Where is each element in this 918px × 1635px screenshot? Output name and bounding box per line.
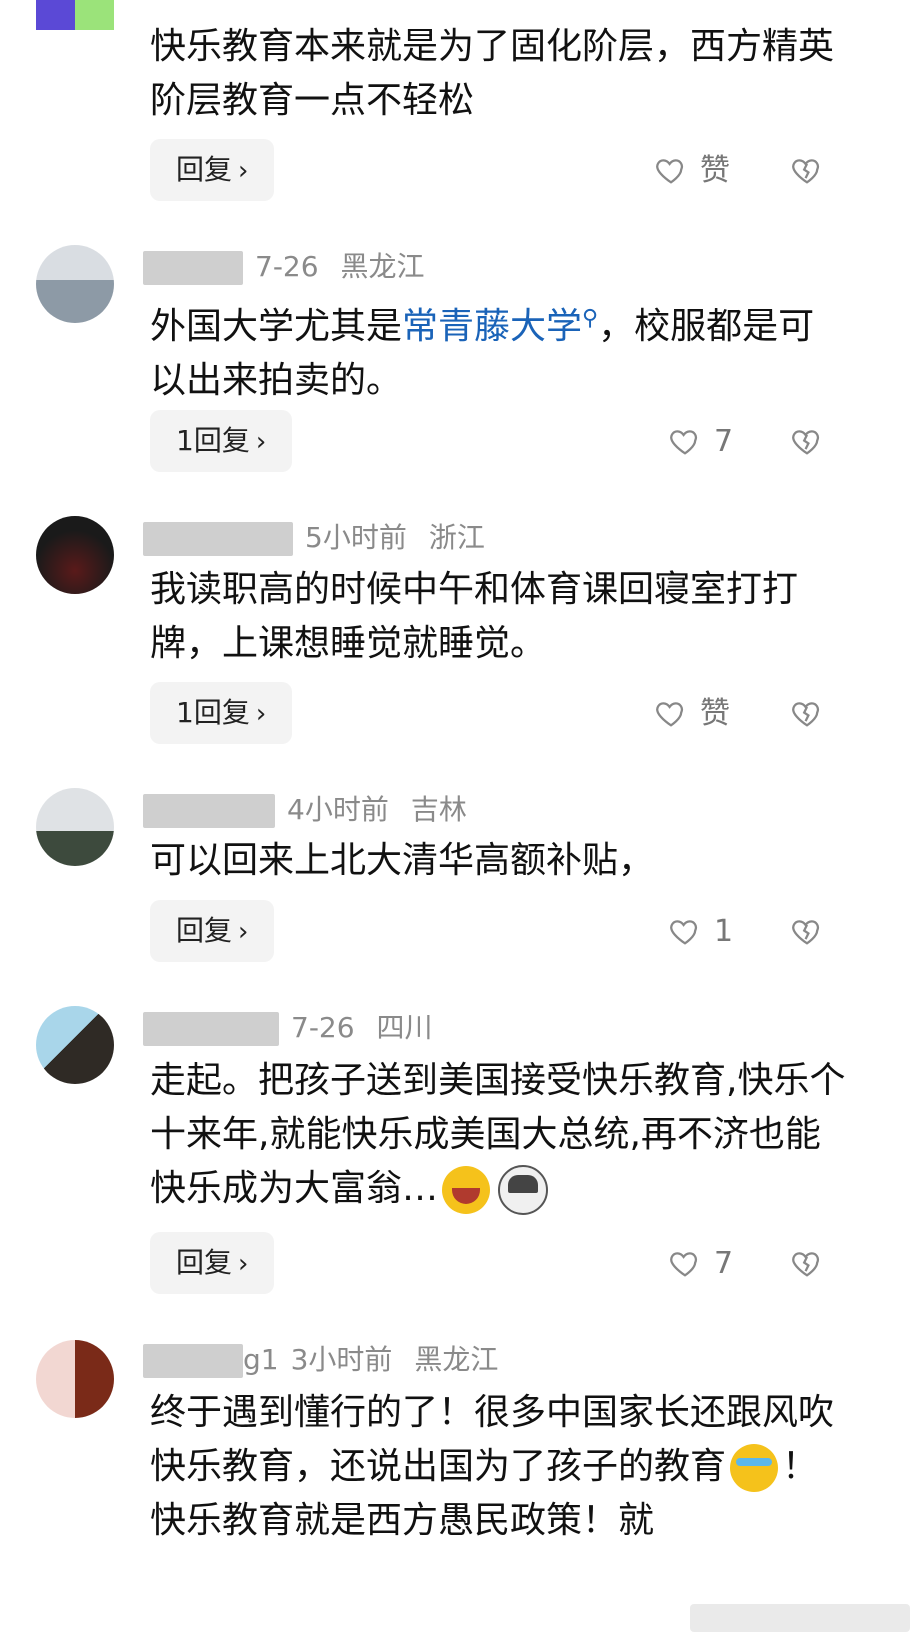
- like-count: 赞: [700, 695, 730, 731]
- avatar[interactable]: [36, 0, 114, 30]
- broken-heart-icon: [792, 701, 820, 727]
- avatar[interactable]: [36, 245, 114, 323]
- reply-label: 回复: [176, 914, 233, 947]
- comment-meta: 4小时前 吉林: [143, 788, 467, 832]
- heart-outline-icon: [656, 158, 684, 184]
- comment-text: 可以回来上北大清华高额补贴，: [150, 840, 655, 881]
- reply-button[interactable]: 回复 ›: [150, 900, 275, 962]
- comment-text: 快乐教育本来就是为了固化阶层，西方精英阶层教育一点不轻松: [150, 26, 835, 121]
- broken-heart-icon: [792, 158, 820, 184]
- laughing-face-emoji-icon: [442, 1166, 491, 1214]
- username-blurred[interactable]: [143, 1012, 279, 1046]
- avatar[interactable]: [36, 516, 114, 594]
- like-count: 赞: [700, 152, 730, 188]
- like-count: 7: [714, 1245, 734, 1281]
- comment-location: 四川: [376, 1011, 433, 1044]
- comment-text: 外国大学尤其是常青藤大学⚲，校服都是可以出来拍卖的。: [150, 292, 850, 408]
- like-count: 7: [714, 423, 734, 459]
- comment-meta: g1 3小时前 黑龙江: [143, 1338, 498, 1382]
- comment-meta: 7-26 黑龙江: [143, 245, 425, 289]
- chevron-right-icon: ›: [255, 427, 267, 457]
- comment-time: 7-26: [255, 250, 319, 283]
- avatar[interactable]: [36, 1340, 114, 1418]
- username-tail: g1: [243, 1343, 279, 1376]
- dislike-button[interactable]: [790, 900, 824, 962]
- chevron-right-icon: ›: [238, 917, 249, 947]
- broken-heart-icon: [792, 429, 820, 455]
- reply-button[interactable]: 回复 ›: [150, 1232, 275, 1294]
- chevron-right-icon: ›: [238, 1249, 249, 1279]
- reply-button[interactable]: 回复 ›: [150, 139, 275, 201]
- avatar[interactable]: [36, 1006, 114, 1084]
- dog-face-emoji-icon: [498, 1165, 549, 1215]
- username-blurred[interactable]: [143, 522, 293, 556]
- heart-outline-icon: [670, 429, 698, 455]
- avatar[interactable]: [36, 788, 114, 866]
- like-button[interactable]: 赞: [654, 682, 730, 744]
- dislike-button[interactable]: [790, 682, 824, 744]
- crying-face-emoji-icon: [730, 1444, 779, 1492]
- search-link-text: 常青藤大学: [402, 306, 583, 347]
- like-button[interactable]: 7: [668, 410, 733, 472]
- reply-label: 1回复: [176, 696, 250, 729]
- comment-location: 吉林: [410, 793, 467, 826]
- comment-text: 我读职高的时候中午和体育课回寝室打打牌，上课想睡觉就睡觉。: [150, 569, 799, 664]
- comment-location: 黑龙江: [340, 250, 425, 283]
- heart-outline-icon: [670, 919, 698, 945]
- like-button[interactable]: 1: [668, 900, 733, 962]
- comment-time: 7-26: [291, 1011, 355, 1044]
- watermark: [690, 1604, 910, 1632]
- comment-location: 黑龙江: [414, 1343, 499, 1376]
- like-button[interactable]: 7: [668, 1232, 733, 1294]
- reply-label: 回复: [176, 153, 233, 186]
- like-button[interactable]: 赞: [654, 139, 730, 201]
- comment-time: 4小时前: [287, 793, 389, 826]
- heart-outline-icon: [670, 1251, 698, 1277]
- comment-location: 浙江: [428, 521, 485, 554]
- search-icon: ⚲: [582, 306, 599, 331]
- chevron-right-icon: ›: [255, 699, 267, 729]
- comment-time: 3小时前: [290, 1343, 393, 1376]
- broken-heart-icon: [792, 1251, 820, 1277]
- reply-label: 回复: [176, 1246, 233, 1279]
- comment-time: 5小时前: [305, 521, 407, 554]
- chevron-right-icon: ›: [238, 156, 249, 186]
- username-blurred[interactable]: [143, 251, 243, 285]
- dislike-button[interactable]: [790, 410, 824, 472]
- broken-heart-icon: [792, 919, 820, 945]
- comment-text: 终于遇到懂行的了！很多中国家长还跟风吹快乐教育，还说出国为了孩子的教育 ！快乐教育…: [150, 1386, 850, 1548]
- comment-meta: 7-26 四川: [143, 1006, 433, 1050]
- comment-text-part: 外国大学尤其是: [150, 306, 403, 347]
- username-blurred[interactable]: [143, 794, 275, 828]
- reply-button[interactable]: 1回复 ›: [150, 682, 293, 744]
- comment-text: 走起。把孩子送到美国接受快乐教育,快乐个十来年,就能快乐成美国大总统,再不济也能…: [150, 1054, 850, 1216]
- dislike-button[interactable]: [790, 139, 824, 201]
- heart-outline-icon: [656, 701, 684, 727]
- like-count: 1: [714, 913, 734, 949]
- reply-button[interactable]: 1回复 ›: [150, 410, 293, 472]
- comment-meta: 5小时前 浙江: [143, 516, 485, 560]
- dislike-button[interactable]: [790, 1232, 824, 1294]
- reply-label: 1回复: [176, 424, 250, 457]
- search-link[interactable]: 常青藤大学⚲: [402, 306, 598, 347]
- username-blurred[interactable]: [143, 1344, 243, 1378]
